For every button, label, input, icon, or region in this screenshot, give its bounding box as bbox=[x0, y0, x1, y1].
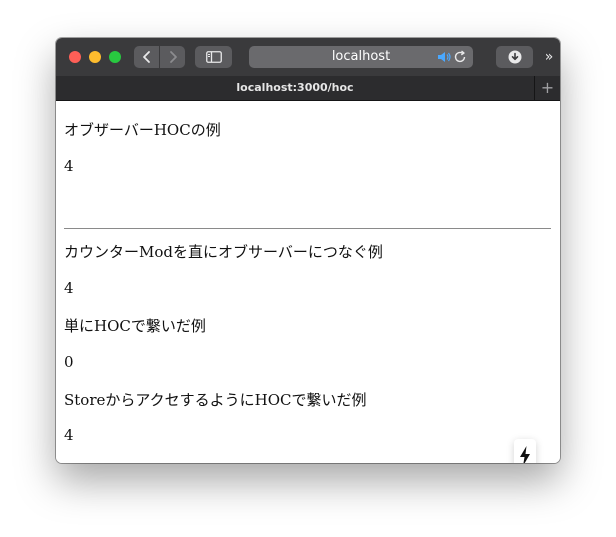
divider bbox=[64, 228, 551, 229]
speaker-icon[interactable] bbox=[437, 50, 451, 72]
browser-window: localhost » localhost:3000/hoc + オブザーバーH… bbox=[56, 38, 560, 463]
address-bar[interactable]: localhost bbox=[249, 46, 473, 68]
address-text: localhost bbox=[331, 49, 391, 64]
tab-active[interactable]: localhost:3000/hoc bbox=[56, 76, 535, 100]
prerender-indicator[interactable] bbox=[514, 439, 536, 463]
chevron-left-icon bbox=[142, 51, 150, 63]
zoom-window-button[interactable] bbox=[109, 51, 121, 63]
lightning-bolt-icon bbox=[520, 446, 530, 463]
downloads-button[interactable] bbox=[496, 46, 533, 68]
observer-hoc-heading: オブザーバーHOCの例 bbox=[64, 121, 221, 139]
minimize-window-button[interactable] bbox=[89, 51, 101, 63]
tab-bar: localhost:3000/hoc + bbox=[56, 76, 560, 101]
store-hoc-heading: StoreからアクセするようにHOCで繋いだ例 bbox=[64, 391, 367, 409]
forward-button[interactable] bbox=[160, 46, 185, 68]
simple-hoc-value: 0 bbox=[64, 353, 74, 371]
navigation-buttons bbox=[134, 46, 186, 68]
close-window-button[interactable] bbox=[69, 51, 81, 63]
sidebar-icon bbox=[205, 51, 222, 63]
direct-observer-value: 4 bbox=[64, 279, 74, 297]
store-hoc-value: 4 bbox=[64, 426, 74, 444]
back-button[interactable] bbox=[134, 46, 159, 68]
new-tab-button[interactable]: + bbox=[535, 76, 560, 100]
toolbar-overflow-button[interactable]: » bbox=[540, 46, 558, 68]
observer-hoc-value: 4 bbox=[64, 157, 74, 175]
chevron-right-icon bbox=[169, 51, 177, 63]
sidebar-toggle-button[interactable] bbox=[195, 46, 232, 68]
reload-icon[interactable] bbox=[453, 50, 467, 72]
simple-hoc-heading: 単にHOCで繋いだ例 bbox=[64, 317, 206, 335]
download-icon bbox=[508, 50, 521, 64]
title-bar: localhost » bbox=[56, 38, 560, 77]
direct-observer-heading: カウンターModを直にオブサーバーにつなぐ例 bbox=[64, 243, 383, 261]
page-content: オブザーバーHOCの例 4 カウンターModを直にオブサーバーにつなぐ例 4 単… bbox=[56, 101, 560, 463]
